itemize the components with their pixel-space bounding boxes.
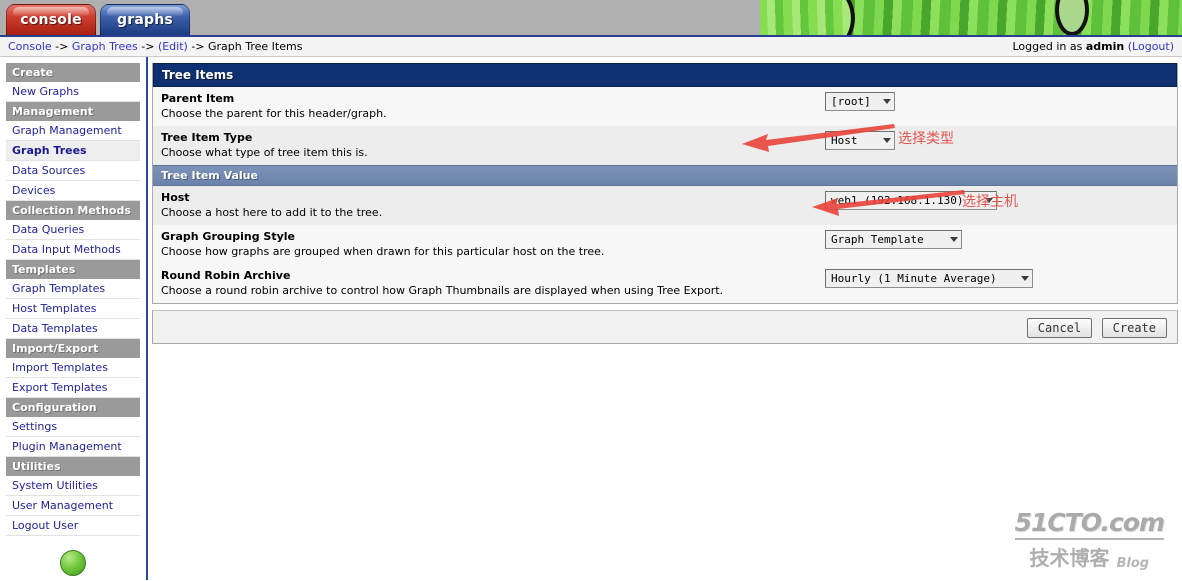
field-desc-tree-item-type: Choose what type of tree item this is.	[161, 146, 368, 159]
form-row-host: Host Choose a host here to add it to the…	[153, 186, 1177, 225]
sidebar-header-create: Create	[6, 63, 140, 82]
tree-items-form: Parent Item Choose the parent for this h…	[153, 87, 1177, 303]
sidebar-header-utilities: Utilities	[6, 457, 140, 476]
watermark: 51CTO.com 技术博客 Blog	[1014, 508, 1165, 571]
sidebar-item-data-queries[interactable]: Data Queries	[6, 220, 140, 240]
form-row-round-robin-archive: Round Robin Archive Choose a round robin…	[153, 264, 1177, 303]
form-label-cell-host: Host Choose a host here to add it to the…	[153, 186, 817, 225]
breadcrumb-item-graph-trees[interactable]: Graph Trees	[72, 40, 138, 53]
sidebar-item-data-sources[interactable]: Data Sources	[6, 161, 140, 181]
sidebar-item-data-templates[interactable]: Data Templates	[6, 319, 140, 339]
watermark-tagline: 技术博客	[1029, 546, 1110, 570]
field-desc-parent-item: Choose the parent for this header/graph.	[161, 107, 387, 120]
tab-graphs[interactable]: graphs	[100, 4, 190, 35]
sidebar-header-import-export: Import/Export	[6, 339, 140, 358]
sidebar-item-import-templates[interactable]: Import Templates	[6, 358, 140, 378]
breadcrumb: Console -> Graph Trees -> (Edit) -> Grap…	[8, 40, 1013, 53]
login-prefix: Logged in as	[1012, 40, 1083, 53]
form-control-cell-graph-grouping-style: Graph Template	[817, 225, 1177, 264]
sidebar-item-graph-management[interactable]: Graph Management	[6, 121, 140, 141]
watermark-bottom: 技术博客 Blog	[1015, 542, 1164, 571]
form-row-parent-item: Parent Item Choose the parent for this h…	[153, 87, 1177, 126]
field-desc-host: Choose a host here to add it to the tree…	[161, 206, 383, 219]
top-banner: console graphs	[0, 0, 1182, 35]
watermark-site: 51CTO.com	[1014, 508, 1165, 540]
form-row-graph-grouping-style: Graph Grouping Style Choose how graphs a…	[153, 225, 1177, 264]
sidebar-item-data-input-methods[interactable]: Data Input Methods	[6, 240, 140, 260]
sidebar: Create New Graphs Management Graph Manag…	[0, 57, 148, 580]
annotation-text-select-type: 选择类型	[898, 131, 954, 147]
sidebar-item-user-management[interactable]: User Management	[6, 496, 140, 516]
sidebar-item-host-templates[interactable]: Host Templates	[6, 299, 140, 319]
breadcrumb-item-edit[interactable]: (Edit)	[158, 40, 188, 53]
annotation-arrow-host	[812, 190, 967, 216]
cancel-button[interactable]: Cancel	[1026, 318, 1093, 338]
panel-title: Tree Items	[153, 63, 1177, 87]
tab-graphs-label: graphs	[117, 12, 173, 28]
sidebar-item-new-graphs[interactable]: New Graphs	[6, 82, 140, 102]
sidebar-header-collection-methods: Collection Methods	[6, 201, 140, 220]
sidebar-item-logout-user[interactable]: Logout User	[6, 516, 140, 536]
section-header-cell: Tree Item Value	[153, 165, 1177, 186]
annotation-arrow-type	[742, 124, 897, 152]
sidebar-header-templates: Templates	[6, 260, 140, 279]
graph-grouping-style-select-value: Graph Template	[831, 233, 924, 246]
tree-items-panel: Tree Items Parent Item Choose the parent…	[152, 63, 1178, 304]
sidebar-item-export-templates[interactable]: Export Templates	[6, 378, 140, 398]
sidebar-item-devices[interactable]: Devices	[6, 181, 140, 201]
breadcrumb-separator: ->	[191, 40, 205, 53]
breadcrumb-separator: ->	[141, 40, 155, 53]
sidebar-item-graph-templates[interactable]: Graph Templates	[6, 279, 140, 299]
login-username: admin	[1085, 40, 1125, 53]
main-tabs: console graphs	[6, 4, 190, 35]
page-root: console graphs Console -> Graph Trees ->…	[0, 0, 1182, 581]
chevron-down-icon	[950, 237, 958, 242]
field-desc-round-robin-archive: Choose a round robin archive to control …	[161, 284, 724, 297]
breadcrumb-item-console[interactable]: Console	[8, 40, 52, 53]
form-control-cell-parent-item: [root]	[817, 87, 1177, 126]
field-label-round-robin-archive: Round Robin Archive	[161, 269, 291, 282]
main-content: Tree Items Parent Item Choose the parent…	[148, 57, 1182, 580]
breadcrumb-separator: ->	[55, 40, 69, 53]
login-status: Logged in as admin (Logout)	[1013, 40, 1175, 53]
form-button-bar: Cancel Create	[152, 310, 1178, 344]
chevron-down-icon	[1021, 276, 1029, 281]
parent-item-select[interactable]: [root]	[825, 92, 895, 111]
logout-link[interactable]: (Logout)	[1128, 40, 1174, 53]
field-label-parent-item: Parent Item	[161, 92, 235, 105]
form-row-section-header: Tree Item Value	[153, 165, 1177, 186]
body-shell: Create New Graphs Management Graph Manag…	[0, 57, 1182, 580]
field-desc-graph-grouping-style: Choose how graphs are grouped when drawn…	[161, 245, 605, 258]
chevron-down-icon	[883, 99, 891, 104]
sidebar-item-system-utilities[interactable]: System Utilities	[6, 476, 140, 496]
watermark-blog: Blog	[1116, 556, 1150, 571]
round-robin-archive-select[interactable]: Hourly (1 Minute Average)	[825, 269, 1033, 288]
breadcrumb-item-current: Graph Tree Items	[208, 40, 303, 53]
sidebar-header-management: Management	[6, 102, 140, 121]
form-label-cell-graph-grouping-style: Graph Grouping Style Choose how graphs a…	[153, 225, 817, 264]
annotation-text-select-host: 选择主机	[962, 194, 1018, 210]
create-button[interactable]: Create	[1101, 318, 1167, 338]
form-label-cell-parent-item: Parent Item Choose the parent for this h…	[153, 87, 817, 126]
form-label-cell-tree-item-type: Tree Item Type Choose what type of tree …	[153, 126, 817, 165]
cacti-ball-icon	[60, 550, 86, 576]
tab-console[interactable]: console	[6, 4, 96, 35]
section-title-tree-item-value: Tree Item Value	[153, 165, 1177, 186]
breadcrumb-bar: Console -> Graph Trees -> (Edit) -> Grap…	[0, 35, 1182, 57]
tab-console-label: console	[20, 12, 82, 28]
form-control-cell-round-robin-archive: Hourly (1 Minute Average)	[817, 264, 1177, 303]
sidebar-header-configuration: Configuration	[6, 398, 140, 417]
form-row-tree-item-type: Tree Item Type Choose what type of tree …	[153, 126, 1177, 165]
field-label-tree-item-type: Tree Item Type	[161, 131, 253, 144]
sidebar-item-plugin-management[interactable]: Plugin Management	[6, 437, 140, 457]
field-label-host: Host	[161, 191, 190, 204]
sidebar-item-graph-trees[interactable]: Graph Trees	[6, 141, 140, 161]
field-label-graph-grouping-style: Graph Grouping Style	[161, 230, 296, 243]
round-robin-archive-select-value: Hourly (1 Minute Average)	[831, 272, 997, 285]
parent-item-select-value: [root]	[831, 95, 871, 108]
sidebar-item-settings[interactable]: Settings	[6, 417, 140, 437]
form-label-cell-round-robin-archive: Round Robin Archive Choose a round robin…	[153, 264, 817, 303]
graph-grouping-style-select[interactable]: Graph Template	[825, 230, 962, 249]
sidebar-logo	[6, 550, 140, 576]
